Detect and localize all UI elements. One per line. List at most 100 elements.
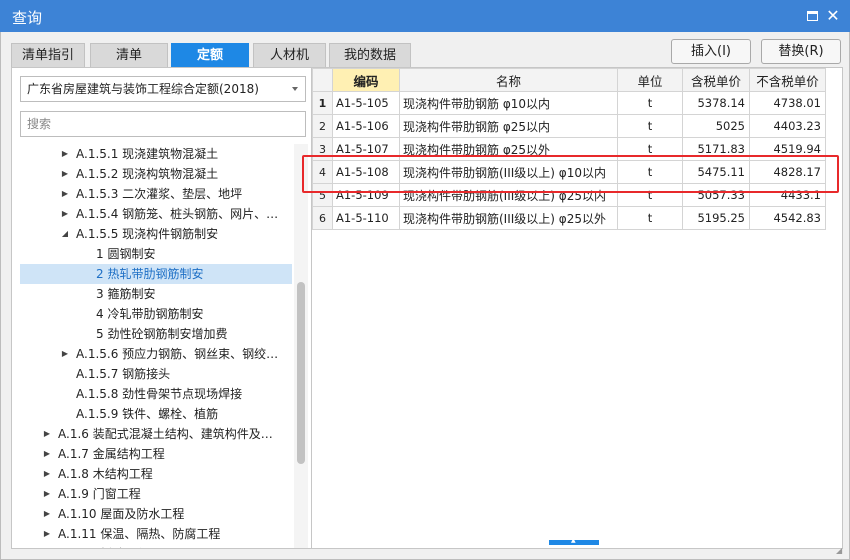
table-row[interactable]: 4 A1-5-108 现浇构件带肋钢筋(III级以上) φ10以内 t 5475.11 4… (312, 160, 826, 184)
tree-item[interactable]: ▶ A.1.7 金属结构工程 (20, 444, 292, 464)
tree-item-label: A.1.5.3 二次灌浆、垫层、地坪 (76, 187, 243, 201)
cell-price-notax[interactable]: 4519.94 (749, 137, 826, 161)
tree-expand-icon[interactable]: ▶ (60, 144, 70, 164)
cell-name[interactable]: 现浇构件带肋钢筋(III级以上) φ25以内 (399, 183, 618, 207)
tree-item[interactable]: A.1.5.9 铁件、螺栓、植筋 (20, 404, 292, 424)
tree-expand-icon[interactable]: ▶ (42, 484, 52, 504)
table-header-row: 编码 名称 单位 含税单价 不含税单价 (312, 68, 826, 92)
row-number: 4 (312, 160, 333, 184)
tree-item[interactable]: ▶ A.1.8 木结构工程 (20, 464, 292, 484)
tree-item[interactable]: ▶ A.1.10 屋面及防水工程 (20, 504, 292, 524)
tree-expand-icon[interactable]: ▶ (60, 164, 70, 184)
tree-item[interactable]: ▶ A.1.5.1 现浇建筑物混凝土 (20, 144, 292, 164)
cell-price-notax[interactable]: 4828.17 (749, 160, 826, 184)
tree-item[interactable]: A.1.5.7 钢筋接头 (20, 364, 292, 384)
cell-code[interactable]: A1-5-105 (332, 91, 400, 115)
maximize-icon[interactable] (805, 9, 819, 23)
tree-item-label: A.1.5.6 预应力钢筋、钢丝束、钢绞… (76, 347, 279, 361)
tree-scrollbar[interactable] (294, 144, 308, 548)
close-icon[interactable]: ✕ (826, 8, 840, 24)
insert-button[interactable]: 插入(I) (671, 39, 751, 64)
cell-price-notax[interactable]: 4403.23 (749, 114, 826, 138)
tree-expand-icon[interactable]: ▶ (42, 524, 52, 544)
cell-unit[interactable]: t (617, 160, 683, 184)
table-row[interactable]: 5 A1-5-109 现浇构件带肋钢筋(III级以上) φ25以内 t 5057.33 4… (312, 183, 826, 207)
cell-name[interactable]: 现浇构件带肋钢筋(III级以上) φ25以外 (399, 206, 618, 230)
tab-labor-materials[interactable]: 人材机 (253, 43, 326, 67)
row-number: 2 (312, 114, 333, 138)
cell-price-tax[interactable]: 5195.25 (682, 206, 750, 230)
tree-item-label: A.1.11 保温、隔热、防腐工程 (58, 527, 221, 541)
tab-list-guide[interactable]: 清单指引 (11, 43, 85, 67)
column-header-price-tax[interactable]: 含税单价 (682, 68, 750, 92)
tree-expand-icon[interactable]: ▶ (60, 184, 70, 204)
cell-unit[interactable]: t (617, 206, 683, 230)
tree-collapse-icon[interactable]: ◢ (60, 224, 70, 244)
resize-grip-icon[interactable]: ◢ (836, 546, 846, 556)
tree-item[interactable]: 2 热轧带肋钢筋制安 (20, 264, 292, 284)
column-header-unit[interactable]: 单位 (617, 68, 683, 92)
tree-item[interactable]: ▶ A.1.11 保温、隔热、防腐工程 (20, 524, 292, 544)
tab-my-data[interactable]: 我的数据 (329, 43, 411, 67)
cell-unit[interactable]: t (617, 137, 683, 161)
column-header-code[interactable]: 编码 (332, 68, 400, 92)
tree-item[interactable]: ▶ A.1.5.3 二次灌浆、垫层、地坪 (20, 184, 292, 204)
search-input[interactable] (21, 112, 305, 136)
cell-price-tax[interactable]: 5378.14 (682, 91, 750, 115)
tree-item-label: A.1.5.2 现浇构筑物混凝土 (76, 167, 219, 181)
tree-item[interactable]: ▶ A.1.5.6 预应力钢筋、钢丝束、钢绞… (20, 344, 292, 364)
cell-code[interactable]: A1-5-110 (332, 206, 400, 230)
cell-name[interactable]: 现浇构件带肋钢筋 φ25以外 (399, 137, 618, 161)
cell-price-tax[interactable]: 5057.33 (682, 183, 750, 207)
cell-unit[interactable]: t (617, 114, 683, 138)
tab-list[interactable]: 清单 (90, 43, 168, 67)
column-header-name[interactable]: 名称 (399, 68, 618, 92)
tree-expand-icon[interactable]: ▶ (42, 464, 52, 484)
quota-results-panel: 编码 名称 单位 含税单价 不含税单价 1 A1-5-105 现浇构件带肋钢筋 φ1… (311, 67, 843, 549)
cell-name[interactable]: 现浇构件带肋钢筋 φ25以内 (399, 114, 618, 138)
tree-item[interactable]: ▶ A.1.5.2 现浇构筑物混凝土 (20, 164, 292, 184)
cell-price-notax[interactable]: 4738.01 (749, 91, 826, 115)
tree-item[interactable]: 5 劲性砼钢筋制安增加费 (20, 324, 292, 344)
cell-price-tax[interactable]: 5171.83 (682, 137, 750, 161)
tree-item[interactable]: ▶ A.1.9 门窗工程 (20, 484, 292, 504)
cell-code[interactable]: A1-5-107 (332, 137, 400, 161)
tree-item[interactable]: ▶ A.1.6 装配式混凝土结构、建筑构件及… (20, 424, 292, 444)
tree-expand-icon[interactable]: ▶ (60, 344, 70, 364)
tree-item-label: A.1.5.5 现浇构件钢筋制安 (76, 227, 219, 241)
cell-code[interactable]: A1-5-108 (332, 160, 400, 184)
table-row[interactable]: 2 A1-5-106 现浇构件带肋钢筋 φ25以内 t 5025 4403.23 (312, 114, 826, 138)
tree-item[interactable]: 4 冷轧带肋钢筋制安 (20, 304, 292, 324)
column-header-price-notax[interactable]: 不含税单价 (749, 68, 826, 92)
tree-expand-icon[interactable]: ▶ (42, 424, 52, 444)
panel-splitter-grip[interactable]: ▲ (549, 537, 599, 545)
cell-price-notax[interactable]: 4542.83 (749, 206, 826, 230)
tree-item[interactable]: 3 箍筋制安 (20, 284, 292, 304)
tree-item[interactable]: ▶ A.1.12 拆除工程 (20, 544, 292, 548)
tree-item[interactable]: ◢ A.1.5.5 现浇构件钢筋制安 (20, 224, 292, 244)
tree-expand-icon[interactable]: ▶ (42, 504, 52, 524)
library-select[interactable]: 广东省房屋建筑与装饰工程综合定额(2018) (20, 76, 306, 102)
cell-price-tax[interactable]: 5025 (682, 114, 750, 138)
scrollbar-thumb[interactable] (297, 282, 305, 464)
tree-expand-icon[interactable]: ▶ (42, 444, 52, 464)
cell-code[interactable]: A1-5-109 (332, 183, 400, 207)
tree-item[interactable]: ▶ A.1.5.4 钢筋笼、桩头钢筋、网片、… (20, 204, 292, 224)
tab-quota[interactable]: 定额 (171, 43, 249, 67)
replace-button[interactable]: 替换(R) (761, 39, 841, 64)
cell-price-tax[interactable]: 5475.11 (682, 160, 750, 184)
cell-code[interactable]: A1-5-106 (332, 114, 400, 138)
cell-name[interactable]: 现浇构件带肋钢筋(III级以上) φ10以内 (399, 160, 618, 184)
cell-unit[interactable]: t (617, 91, 683, 115)
cell-unit[interactable]: t (617, 183, 683, 207)
table-row[interactable]: 6 A1-5-110 现浇构件带肋钢筋(III级以上) φ25以外 t 5195.25 4… (312, 206, 826, 230)
table-row[interactable]: 1 A1-5-105 现浇构件带肋钢筋 φ10以内 t 5378.14 4738.01 (312, 91, 826, 115)
tree-item[interactable]: 1 圆钢制安 (20, 244, 292, 264)
tree-expand-icon[interactable]: ▶ (60, 204, 70, 224)
search-field[interactable] (20, 111, 306, 137)
cell-price-notax[interactable]: 4433.1 (749, 183, 826, 207)
tree-item[interactable]: A.1.5.8 劲性骨架节点现场焊接 (20, 384, 292, 404)
table-row[interactable]: 3 A1-5-107 现浇构件带肋钢筋 φ25以外 t 5171.83 4519.94 (312, 137, 826, 161)
cell-name[interactable]: 现浇构件带肋钢筋 φ10以内 (399, 91, 618, 115)
tree-expand-icon[interactable]: ▶ (42, 544, 52, 548)
